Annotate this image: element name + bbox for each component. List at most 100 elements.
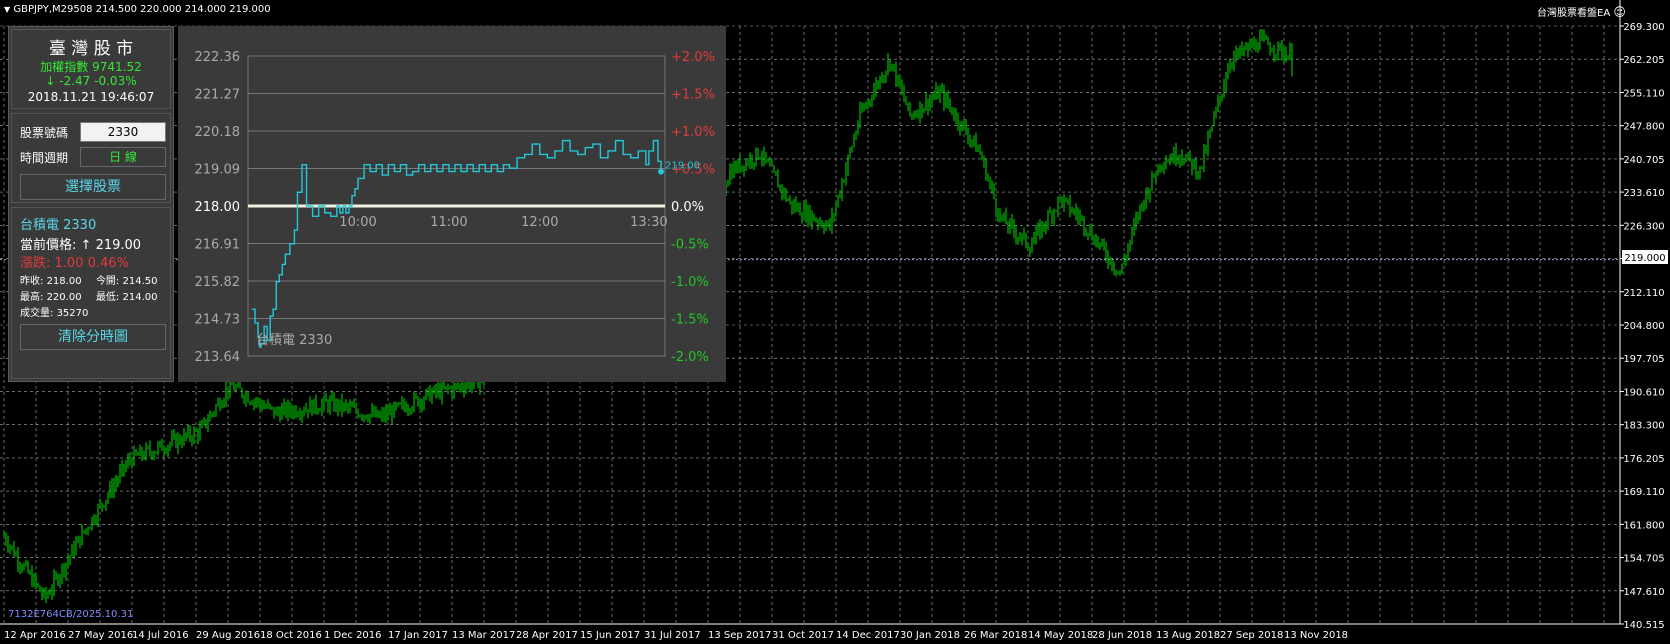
date-tick-label: 31 Jul 2017 <box>644 630 701 641</box>
pct-tick-label: -0.5% <box>671 238 709 253</box>
y-tick-label: 221.27 <box>195 88 241 103</box>
y-tick-label: 213.64 <box>195 350 241 365</box>
watermark: 7132E764CB/2025.10.31 <box>8 609 133 620</box>
y-tick-label: 222.36 <box>195 50 241 65</box>
pct-tick-label: +1.0% <box>671 125 715 140</box>
price-tick-label: 262.205 <box>1623 55 1664 66</box>
y-tick-label: 218.00 <box>195 200 241 215</box>
market-title: 臺 灣 股 市 <box>48 39 134 59</box>
date-tick-label: 28 Apr 2017 <box>516 630 578 641</box>
date-axis: 12 Apr 2016 27 May 201614 Jul 2016 29 Aug … <box>4 630 1348 641</box>
ea-header: 台灣股票看盤EA ☺ <box>1537 4 1626 19</box>
prev-close-value: 218.00 <box>46 276 82 287</box>
price-tick-label: 233.610 <box>1623 188 1664 199</box>
price-tick-label: 161.800 <box>1623 520 1664 531</box>
controls-section: 股票號碼 2330 時間週期 日 線 選擇股票 <box>11 113 171 203</box>
ea-name: 台灣股票看盤EA <box>1537 8 1611 19</box>
x-tick-label: 11:00 <box>430 215 467 230</box>
index-change-row: ↓ -2.47 -0.03% <box>12 74 170 88</box>
date-tick-label: 27 Sep 2018 <box>1220 630 1283 641</box>
prev-close-label: 昨收: <box>20 276 44 287</box>
volume-value: 35270 <box>56 308 89 319</box>
date-tick-label: 13 Mar 2017 <box>452 630 515 641</box>
date-tick-label: 27 May 2016 <box>68 630 133 641</box>
change-row: 漲跌: 1.00 0.46% <box>20 252 129 271</box>
chevron-down-icon[interactable]: ▼ <box>4 5 10 14</box>
date-tick-label: 13 Sep 2017 <box>708 630 771 641</box>
price-tick-label: 247.800 <box>1623 122 1664 133</box>
price-tick-label: 240.705 <box>1623 155 1664 166</box>
pct-tick-label: +2.0% <box>671 50 715 65</box>
price-tick-label: 147.610 <box>1623 587 1664 598</box>
change-value: 1.00 <box>54 256 84 271</box>
stock-info-section: 台積電 2330 當前價格: ↑ 219.00 漲跌: 1.00 0.46% 昨… <box>11 207 171 379</box>
y-tick-label: 219.09 <box>195 163 241 178</box>
price-tick-label: 269.300 <box>1623 22 1664 33</box>
price-tick-label: 204.800 <box>1623 321 1664 332</box>
date-tick-label: 14 Dec 2017 <box>836 630 900 641</box>
up-arrow-icon: ↑ <box>80 238 92 253</box>
prev-close-open-row: 昨收: 218.00 今開: 214.50 <box>20 272 158 287</box>
low-value: 214.00 <box>122 292 158 303</box>
open-label: 今開: <box>95 276 120 287</box>
smiley-icon[interactable]: ☺ <box>1613 5 1626 19</box>
open-value: 214.50 <box>122 276 158 287</box>
intraday-chart-panel: 222.36 +2.0% 221.27 +1.5% 220.18 +1.0% 219.09 +… <box>178 26 726 382</box>
market-datetime: 2018.11.21 19:46:07 <box>27 90 155 104</box>
date-tick-label: 12 Apr 2016 <box>4 630 66 641</box>
market-section: 臺 灣 股 市 加權指數 9741.52 ↓ -2.47 -0.03% 2018… <box>11 29 171 109</box>
high-low-row: 最高: 220.00 最低: 214.00 <box>20 288 158 303</box>
price-tick-label: 226.300 <box>1623 221 1664 232</box>
y-tick-label: 220.18 <box>195 125 241 140</box>
index-value: 9741.52 <box>92 60 142 74</box>
index-row: 加權指數 9741.52 <box>12 58 170 75</box>
symbol-header: ▼ GBPJPY,M29508 214.500 220.000 214.000 … <box>4 4 271 15</box>
change-label: 漲跌: <box>20 256 51 271</box>
volume-row: 成交量: 35270 <box>20 304 88 319</box>
x-tick-label: 12:00 <box>521 215 558 230</box>
y-tick-label: 215.82 <box>195 275 241 290</box>
chart-annotation: 台積電 2330 <box>256 333 332 348</box>
price-value: 219.00 <box>95 238 142 253</box>
period-select[interactable]: 日 線 <box>80 147 166 167</box>
price-tick-label: 169.110 <box>1623 487 1664 498</box>
stock-code-input[interactable]: 2330 <box>80 122 166 142</box>
price-row: 當前價格: ↑ 219.00 <box>20 234 141 253</box>
price-tick-label: 154.705 <box>1623 554 1664 565</box>
stock-name: 台積電 2330 <box>20 218 97 233</box>
high-value: 220.00 <box>46 292 82 303</box>
date-tick-label: 30 Jan 2018 <box>900 630 960 641</box>
select-stock-button[interactable]: 選擇股票 <box>20 174 166 200</box>
y-tick-label: 216.91 <box>195 238 241 253</box>
date-tick-label: 28 Jun 2018 <box>1092 630 1152 641</box>
price-tick-label: 190.610 <box>1623 387 1664 398</box>
clear-intraday-button[interactable]: 清除分時圖 <box>20 324 166 350</box>
index-label: 加權指數 <box>40 60 89 74</box>
pct-tick-label: 0.0% <box>671 200 704 215</box>
stock-code-label: 股票號碼 <box>20 126 69 140</box>
pct-tick-label: -1.5% <box>671 313 709 328</box>
date-tick-label: 26 Mar 2018 <box>964 630 1027 641</box>
date-tick-label: 1 Dec 2016 <box>324 630 382 641</box>
index-change: -2.47 <box>59 74 91 88</box>
last-price-label: 219.00 <box>665 161 700 172</box>
date-tick-label: 31 Oct 2017 <box>772 630 834 641</box>
intraday-chart: 222.36 +2.0%221.27 +1.5%220.18 +1.0%219.09 +… <box>195 50 715 365</box>
index-change-pct: -0.03% <box>94 74 137 88</box>
price-tick-label: 255.110 <box>1623 88 1664 99</box>
period-label: 時間週期 <box>20 151 69 165</box>
price-tick-label: 183.300 <box>1623 421 1664 432</box>
date-tick-label: 15 Jun 2017 <box>580 630 640 641</box>
change-pct: 0.46% <box>87 256 129 271</box>
volume-label: 成交量: <box>20 308 54 319</box>
last-price-dot <box>658 168 664 175</box>
low-label: 最低: <box>95 292 120 303</box>
price-tick-label: 197.705 <box>1623 354 1664 365</box>
date-tick-label: 29 Aug 2016 <box>196 630 260 641</box>
date-tick-label: 14 May 2018 <box>1028 630 1093 641</box>
high-label: 最高: <box>20 292 44 303</box>
pct-tick-label: -1.0% <box>671 275 709 290</box>
price-tick-label: 140.515 <box>1623 620 1664 631</box>
stock-panel: 臺 灣 股 市 加權指數 9741.52 ↓ -2.47 -0.03% 2018… <box>8 26 174 382</box>
date-tick-label: 18 Oct 2016 <box>260 630 322 641</box>
